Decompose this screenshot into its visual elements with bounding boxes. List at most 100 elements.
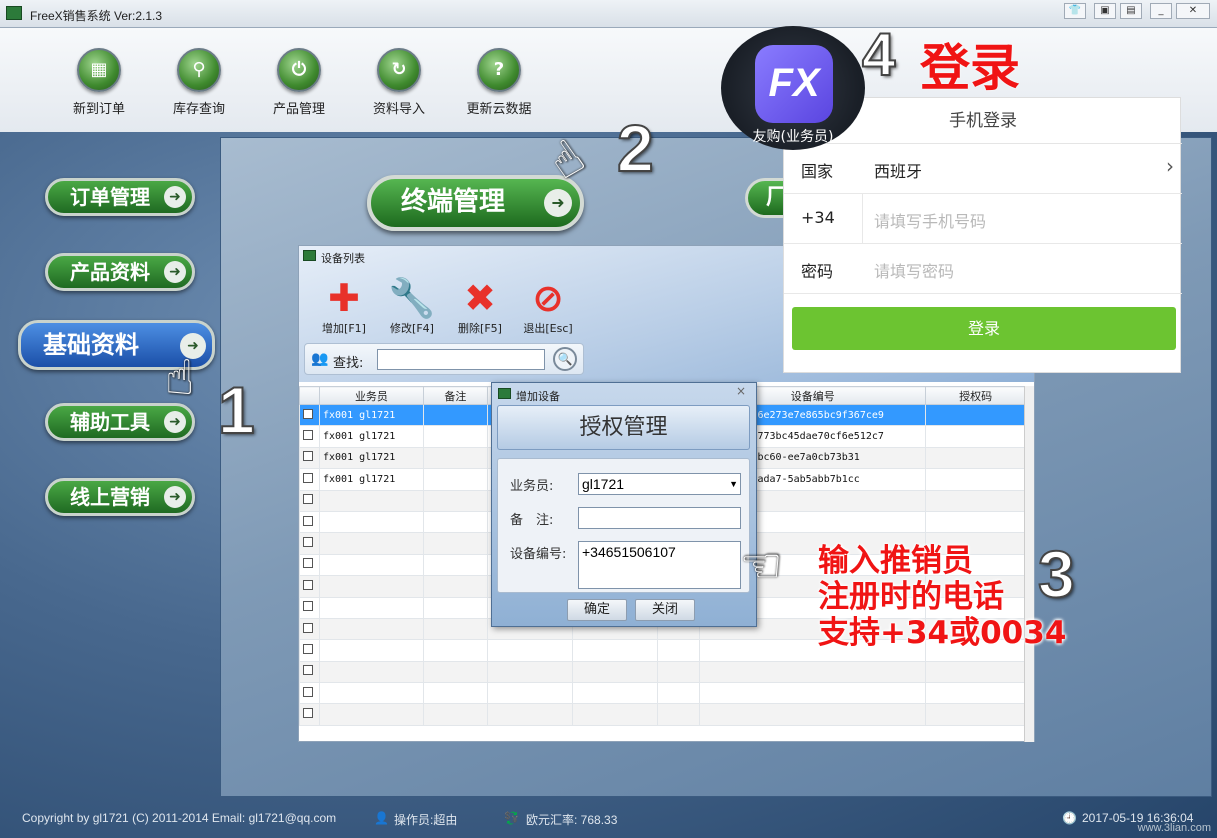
row-checkbox[interactable]: [303, 408, 313, 419]
pointing-hand-icon: ☝: [165, 350, 195, 406]
add-device-dialog: 增加设备 × 授权管理 业务员: gl1721 ▼ 备 注: 设备编号: +34…: [491, 382, 757, 627]
sidebar-item-label: 辅助工具: [70, 410, 150, 434]
table-cell: [571, 660, 659, 684]
rep-select[interactable]: gl1721 ▼: [578, 473, 741, 495]
password-row: 密码 请填写密码: [784, 244, 1182, 294]
table-cell: [925, 468, 1026, 491]
search-icon[interactable]: 🔍: [553, 347, 577, 371]
search-label: 查找:: [333, 356, 364, 371]
row-checkbox[interactable]: [303, 558, 313, 569]
table-row[interactable]: [299, 660, 1026, 684]
search-input[interactable]: [377, 349, 545, 370]
step4-login-text: 登录: [920, 39, 1020, 97]
row-checkbox[interactable]: [303, 601, 313, 612]
sidebar-item-label: 订单管理: [70, 185, 150, 209]
tool-label: 退出[Esc]: [523, 322, 573, 335]
toolbar-data-import[interactable]: ↻ 资料导入: [344, 48, 454, 117]
row-checkbox[interactable]: [303, 472, 313, 483]
toolbar-new-orders[interactable]: ▦ 新到订单: [44, 48, 154, 117]
minimize-icon[interactable]: _: [1150, 3, 1172, 19]
rep-label: 业务员:: [510, 479, 554, 494]
device-input[interactable]: +34651506107: [578, 541, 741, 589]
table-cell: [318, 682, 424, 705]
app-icon[interactable]: FX 友购(业务员): [721, 26, 865, 150]
row-checkbox[interactable]: [303, 665, 313, 676]
step-number-4: 4: [861, 21, 896, 89]
delete-button[interactable]: ✖ 删除[F5]: [449, 276, 511, 336]
close-icon[interactable]: ✕: [1176, 3, 1210, 19]
row-checkbox[interactable]: [303, 708, 313, 719]
dialog-banner: 授权管理: [497, 405, 750, 450]
close-icon[interactable]: ×: [736, 384, 746, 398]
toolbar-label: 更新云数据: [466, 102, 532, 117]
app-logo-icon: [6, 6, 22, 20]
step-number-1: 1: [217, 372, 256, 448]
device-window-title: 设备列表: [321, 252, 365, 265]
copyright-text: Copyright by gl1721 (C) 2011-2014 Email:…: [22, 811, 337, 825]
terminal-manage-label: 终端管理: [401, 187, 506, 217]
checkbox-cell: [299, 682, 320, 705]
row-checkbox[interactable]: [303, 494, 313, 505]
toolbar-update-cloud[interactable]: ? 更新云数据: [444, 48, 554, 117]
checkbox-cell: [299, 617, 320, 641]
sidebar-item-products[interactable]: 产品资料 ➜: [45, 253, 195, 291]
chevron-right-icon: ›: [1166, 154, 1174, 178]
question-icon: ?: [477, 48, 521, 92]
edit-button[interactable]: 🔧 修改[F4]: [381, 276, 443, 336]
window-icon: [303, 250, 316, 261]
row-checkbox[interactable]: [303, 430, 313, 441]
sidebar-item-marketing[interactable]: 线上营销 ➜: [45, 478, 195, 516]
arrow-right-icon: ➜: [164, 186, 186, 208]
checkbox-cell: [299, 703, 320, 726]
note-line: 支持+34或0034: [818, 615, 1067, 651]
add-button[interactable]: ✚ 增加[F1]: [313, 276, 375, 336]
column-header[interactable]: 业务员: [318, 386, 424, 405]
ok-button[interactable]: 确定: [567, 599, 627, 621]
country-row[interactable]: 国家 西班牙 ›: [784, 144, 1182, 194]
row-checkbox[interactable]: [303, 643, 313, 654]
table-cell: [422, 403, 488, 427]
skin-icon[interactable]: 👕: [1064, 3, 1086, 19]
table-row[interactable]: [299, 682, 1026, 705]
arrow-right-icon: ➜: [164, 486, 186, 508]
row-checkbox[interactable]: [303, 451, 313, 462]
power-icon: ⏻: [277, 48, 321, 92]
row-checkbox[interactable]: [303, 622, 313, 633]
password-input[interactable]: 请填写密码: [874, 258, 954, 282]
country-code[interactable]: +34: [801, 208, 835, 227]
table-cell: [699, 703, 927, 726]
table-cell: [318, 532, 424, 555]
country-value: 西班牙: [874, 162, 923, 181]
login-button[interactable]: 登录: [792, 307, 1176, 350]
column-header[interactable]: 授权码: [925, 386, 1026, 405]
table-cell: [486, 703, 573, 726]
table-row[interactable]: [299, 703, 1026, 726]
row-checkbox[interactable]: [303, 686, 313, 697]
grid-icon: ▦: [77, 48, 121, 92]
terminal-manage-button[interactable]: 终端管理 ➜: [367, 175, 584, 231]
watermark: www.3lian.com: [1137, 822, 1211, 834]
sidebar-item-tools[interactable]: 辅助工具 ➜: [45, 403, 195, 441]
toolbar-label: 新到订单: [72, 102, 125, 117]
password-label: 密码: [801, 262, 834, 281]
table-cell: [925, 403, 1026, 427]
table-cell: [318, 703, 424, 726]
row-checkbox[interactable]: [303, 579, 313, 590]
close-button[interactable]: 关闭: [635, 599, 695, 621]
row-checkbox[interactable]: [303, 515, 313, 526]
table-cell: [422, 489, 488, 512]
toolbar-product-manage[interactable]: ⏻ 产品管理: [244, 48, 354, 117]
phone-input[interactable]: 请填写手机号码: [874, 208, 986, 232]
status-bar: Copyright by gl1721 (C) 2011-2014 Email:…: [0, 800, 1217, 838]
sidebar-item-orders[interactable]: 订单管理 ➜: [45, 178, 195, 216]
table-cell: [925, 446, 1026, 470]
row-checkbox[interactable]: [303, 537, 313, 548]
toolbar-stock-query[interactable]: ⚲ 库存查询: [144, 48, 254, 117]
exit-button[interactable]: ⊘ 退出[Esc]: [517, 276, 579, 336]
money-icon: 💱: [504, 811, 519, 825]
help-icon[interactable]: ▤: [1120, 3, 1142, 19]
note-input[interactable]: [578, 507, 741, 529]
restore-icon[interactable]: ▣: [1094, 3, 1116, 19]
step3-note: 输入推销员 注册时的电话 支持+34或0034: [818, 543, 1066, 651]
column-header[interactable]: 备注: [422, 386, 488, 405]
